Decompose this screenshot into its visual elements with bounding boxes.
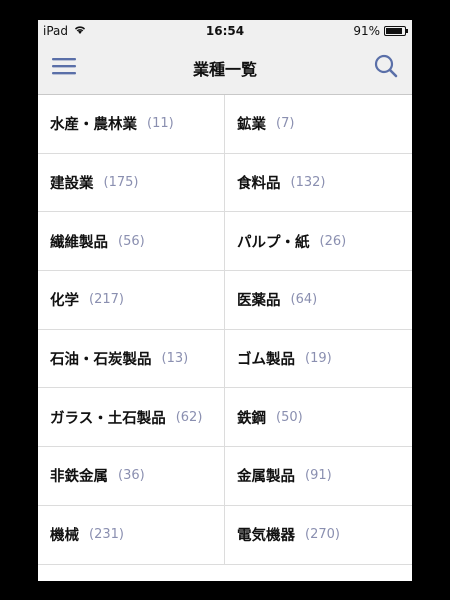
app-screen: iPad 16:54 91% 業種一覧 水産・農林業 (11) 鉱業 (7) 建…: [38, 20, 412, 581]
industry-item[interactable]: 医薬品 (64): [225, 271, 412, 330]
industry-name: 電気機器: [237, 528, 295, 545]
hamburger-menu-icon: [52, 57, 76, 79]
industry-grid: 水産・農林業 (11) 鉱業 (7) 建設業 (175) 食料品 (132) 繊維製品 (56) パ…: [38, 95, 412, 565]
industry-count: (175): [103, 175, 139, 191]
industry-item[interactable]: 鉄鋼 (50): [225, 388, 412, 448]
industry-count: (13): [161, 351, 189, 367]
industry-item[interactable]: 水産・農林業 (11): [38, 95, 225, 154]
status-bar: iPad 16:54 91%: [38, 20, 412, 42]
battery-fill: [386, 28, 403, 34]
industry-item[interactable]: 非鉄金属 (36): [38, 447, 225, 506]
industry-name: ガラス・土石製品: [50, 410, 166, 427]
device-label: iPad: [43, 24, 69, 38]
industry-count: (91): [305, 468, 332, 484]
industry-item[interactable]: 金属製品 (91): [225, 447, 412, 506]
industry-name: 鉱業: [237, 117, 266, 134]
industry-count: (64): [290, 292, 318, 308]
search-icon: [374, 54, 398, 82]
industry-count: (231): [89, 527, 124, 543]
industry-count: (217): [89, 292, 124, 308]
industry-count: (270): [305, 527, 340, 543]
battery-icon: [384, 26, 408, 36]
industry-name: 繊維製品: [50, 234, 108, 251]
industry-name: 非鉄金属: [50, 469, 108, 486]
industry-name: パルプ・紙: [237, 234, 310, 251]
industry-count: (50): [276, 409, 303, 425]
industry-count: (7): [276, 116, 295, 132]
industry-item[interactable]: 機械 (231): [38, 505, 225, 565]
industry-item[interactable]: 繊維製品 (56): [38, 212, 225, 272]
industry-count: (26): [319, 233, 347, 249]
industry-name: 鉄鋼: [237, 410, 266, 427]
industry-name: 化学: [50, 293, 79, 310]
menu-button[interactable]: [38, 42, 90, 94]
industry-count: (11): [147, 116, 174, 132]
status-left: iPad: [43, 24, 86, 38]
industry-count: (56): [118, 233, 145, 249]
industry-name: 機械: [50, 528, 79, 545]
industry-item[interactable]: 鉱業 (7): [225, 95, 412, 154]
industry-name: 建設業: [50, 176, 94, 193]
industry-count: (36): [118, 468, 145, 484]
industry-name: 金属製品: [237, 469, 295, 486]
industry-count: (19): [305, 351, 332, 367]
industry-name: 医薬品: [237, 293, 281, 310]
industry-count: (132): [290, 175, 326, 191]
industry-name: ゴム製品: [237, 352, 295, 369]
industry-item[interactable]: ゴム製品 (19): [225, 330, 412, 389]
industry-item[interactable]: 電気機器 (270): [225, 506, 412, 565]
nav-bar: 業種一覧: [38, 42, 412, 95]
battery-percent: 91%: [353, 24, 380, 38]
industry-name: 石油・石炭製品: [50, 352, 152, 369]
industry-item[interactable]: パルプ・紙 (26): [225, 212, 412, 272]
industry-item[interactable]: ガラス・土石製品 (62): [38, 388, 225, 448]
industry-name: 食料品: [237, 176, 281, 193]
industry-name: 水産・農林業: [50, 117, 137, 134]
industry-item[interactable]: 化学 (217): [38, 271, 225, 330]
status-right: 91%: [353, 24, 408, 38]
page-title: 業種一覧: [192, 60, 257, 79]
wifi-icon: [74, 24, 86, 38]
industry-item[interactable]: 建設業 (175): [38, 153, 225, 213]
industry-item[interactable]: 石油・石炭製品 (13): [38, 329, 225, 389]
industry-count: (62): [175, 409, 203, 425]
industry-item[interactable]: 食料品 (132): [225, 154, 412, 213]
search-button[interactable]: [360, 42, 412, 94]
